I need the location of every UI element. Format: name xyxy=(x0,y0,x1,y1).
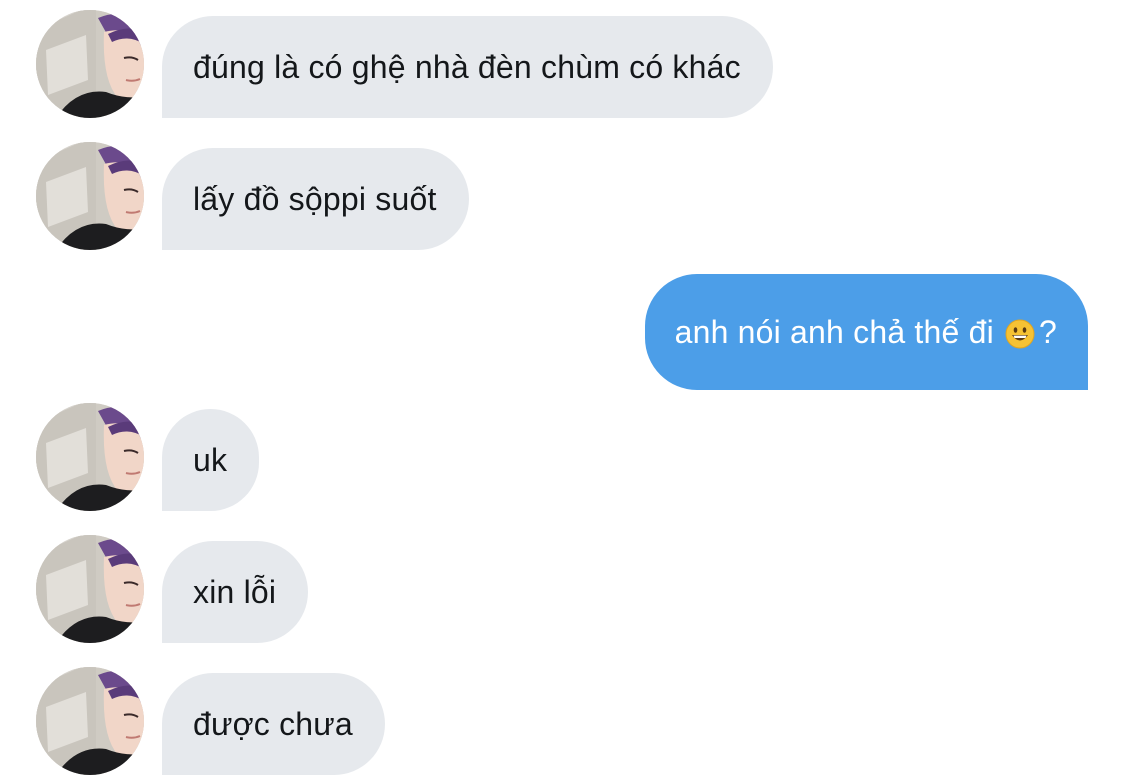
message-row: anh nói anh chả thế đi ? xyxy=(0,274,1125,390)
outgoing-message-bubble[interactable]: anh nói anh chả thế đi ? xyxy=(644,274,1088,390)
avatar[interactable] xyxy=(36,403,144,511)
message-text: lấy đồ sộppi suốt xyxy=(193,181,437,217)
avatar[interactable] xyxy=(36,10,144,118)
message-row: lấy đồ sộppi suốt xyxy=(0,142,1125,252)
message-row: xin lỗi xyxy=(0,535,1125,645)
grinning-face-emoji-icon xyxy=(1005,319,1035,357)
message-text: xin lỗi xyxy=(193,574,277,610)
avatar[interactable] xyxy=(36,667,144,775)
message-text: anh nói anh chả thế đi xyxy=(674,314,994,350)
message-text: uk xyxy=(193,442,228,478)
message-row: đúng là có ghệ nhà đèn chùm có khác xyxy=(0,10,1125,120)
message-text: đúng là có ghệ nhà đèn chùm có khác xyxy=(193,49,741,85)
message-text-suffix: ? xyxy=(1039,314,1057,350)
incoming-message-bubble[interactable]: được chưa xyxy=(162,673,385,775)
message-row: được chưa xyxy=(0,667,1125,777)
incoming-message-bubble[interactable]: lấy đồ sộppi suốt xyxy=(162,148,469,250)
incoming-message-bubble[interactable]: xin lỗi xyxy=(162,541,309,643)
incoming-message-bubble[interactable]: uk xyxy=(162,409,260,511)
message-thread: đúng là có ghệ nhà đèn chùm có khác lấy … xyxy=(0,0,1125,783)
avatar[interactable] xyxy=(36,142,144,250)
message-row: uk xyxy=(0,403,1125,513)
message-text: được chưa xyxy=(193,706,353,742)
avatar[interactable] xyxy=(36,535,144,643)
incoming-message-bubble[interactable]: đúng là có ghệ nhà đèn chùm có khác xyxy=(162,16,773,118)
